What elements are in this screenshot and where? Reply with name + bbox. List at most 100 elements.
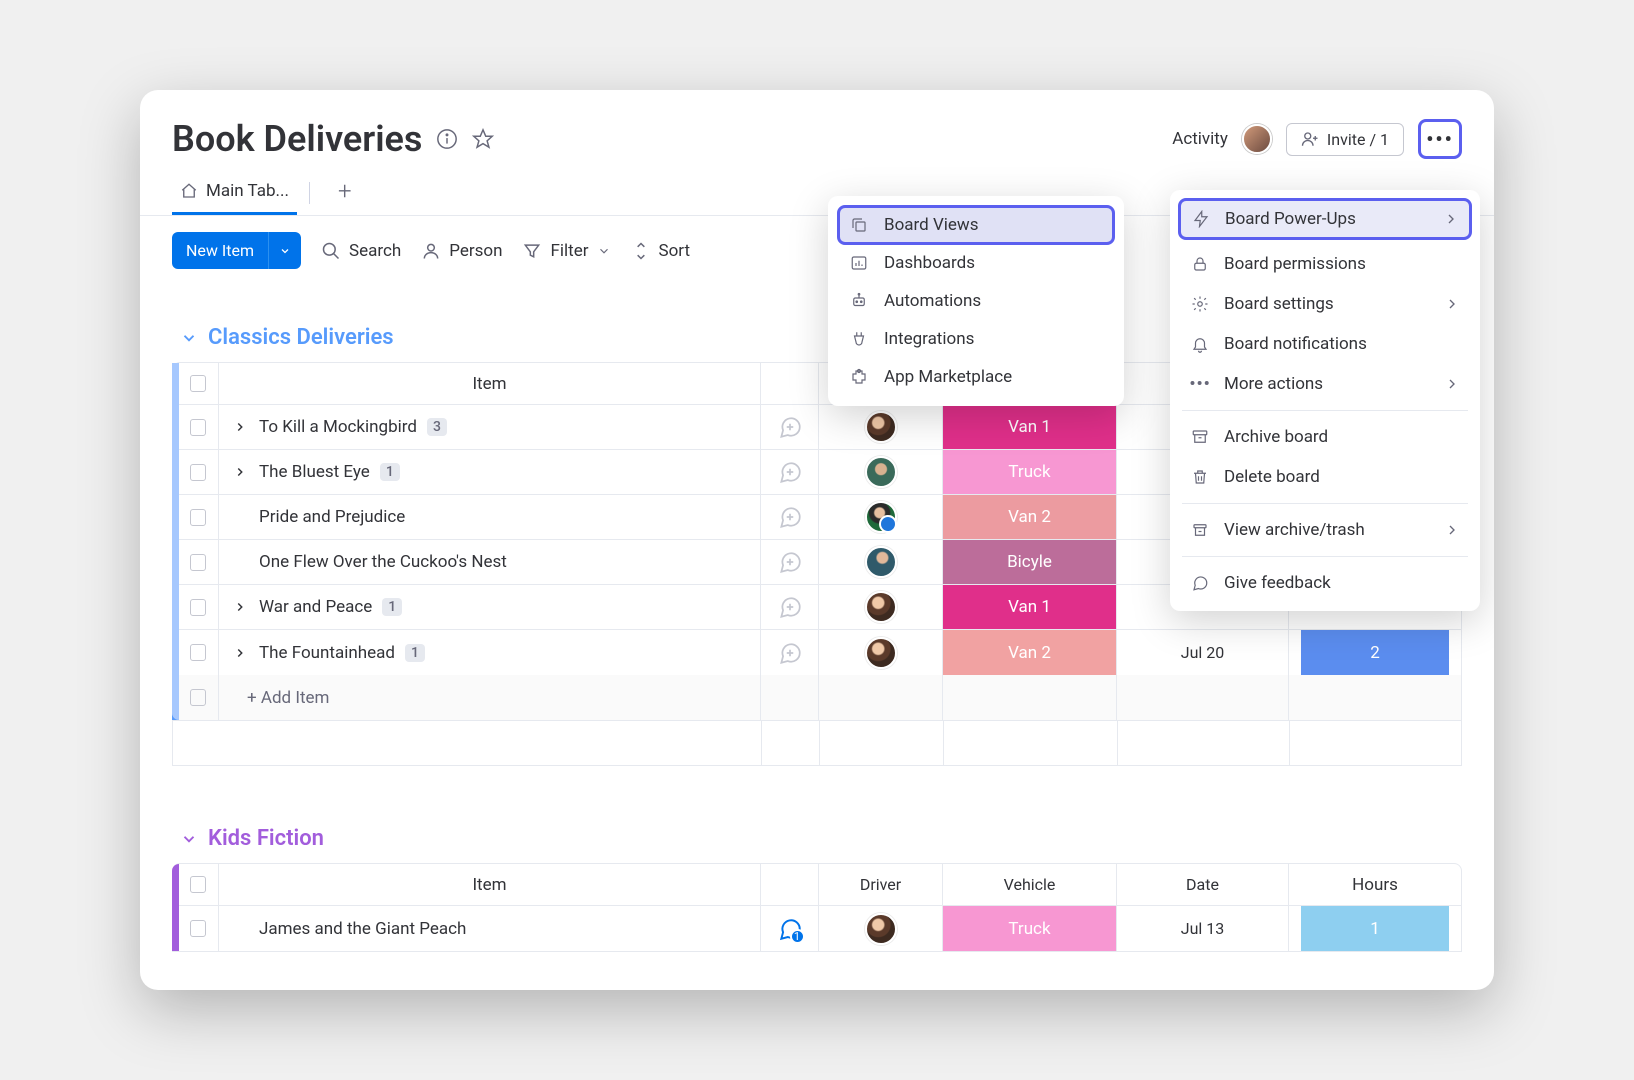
col-item: Item — [472, 374, 506, 394]
menu-divider — [1182, 556, 1468, 557]
menu-delete-board[interactable]: Delete board — [1178, 457, 1472, 497]
activity-avatar[interactable] — [1242, 124, 1272, 154]
vehicle-cell[interactable]: Truck — [943, 906, 1116, 951]
star-icon[interactable] — [472, 128, 494, 150]
row-checkbox[interactable] — [190, 464, 206, 481]
menu-settings-label: Board settings — [1224, 294, 1334, 314]
puzzle-icon — [850, 368, 870, 386]
checkbox[interactable] — [190, 689, 206, 706]
vehicle-cell[interactable]: Van 2 — [943, 495, 1116, 539]
group-kids: Kids Fiction Item Driver Vehicle Date Ho… — [172, 826, 1462, 952]
table-row[interactable]: James and the Giant Peach1TruckJul 131 — [172, 906, 1461, 951]
hours-cell[interactable]: 2 — [1301, 630, 1449, 675]
group-kids-grid: Item Driver Vehicle Date Hours James and… — [172, 863, 1462, 952]
select-all-checkbox[interactable] — [190, 375, 206, 392]
driver-avatar[interactable] — [865, 546, 897, 578]
menu-marketplace-label: App Marketplace — [884, 367, 1012, 387]
driver-avatar[interactable] — [865, 591, 897, 623]
menu-dashboards-label: Dashboards — [884, 253, 975, 273]
menu-marketplace[interactable]: App Marketplace — [838, 358, 1114, 396]
date-cell[interactable]: Jul 20 — [1117, 630, 1289, 675]
driver-avatar[interactable] — [865, 411, 897, 443]
subitem-count: 3 — [427, 418, 447, 436]
menu-view-archive-label: View archive/trash — [1224, 520, 1365, 540]
add-item-row[interactable]: + Add Item — [172, 675, 1461, 720]
add-tab-button[interactable]: + — [338, 177, 352, 209]
dots-icon: ••• — [1190, 374, 1210, 394]
new-item-button[interactable]: New Item — [172, 232, 301, 269]
add-conversation-icon[interactable] — [777, 504, 803, 530]
vehicle-cell[interactable]: Van 1 — [943, 585, 1116, 629]
driver-avatar[interactable] — [865, 637, 897, 669]
board-frame: Book Deliveries Activity Invite / 1 ••• … — [140, 90, 1494, 990]
new-item-label[interactable]: New Item — [172, 232, 269, 269]
vehicle-cell[interactable]: Bicyle — [943, 540, 1116, 584]
trash-icon — [1190, 468, 1210, 486]
expand-icon[interactable] — [231, 646, 249, 660]
driver-avatar[interactable] — [865, 501, 897, 533]
col-vehicle: Vehicle — [1004, 875, 1056, 894]
menu-automations[interactable]: Automations — [838, 282, 1114, 320]
expand-icon[interactable] — [231, 420, 249, 434]
info-icon[interactable] — [436, 128, 458, 150]
driver-avatar[interactable] — [865, 456, 897, 488]
menu-feedback[interactable]: Give feedback — [1178, 563, 1472, 603]
add-conversation-icon[interactable] — [777, 549, 803, 575]
hours-cell[interactable]: 1 — [1301, 906, 1449, 951]
conversation-icon[interactable]: 1 — [777, 916, 803, 942]
row-checkbox[interactable] — [190, 599, 206, 616]
col-hours: Hours — [1352, 875, 1398, 895]
table-row[interactable]: The Fountainhead1Van 2Jul 202 — [172, 630, 1461, 675]
row-checkbox[interactable] — [190, 554, 206, 571]
menu-notifications[interactable]: Board notifications — [1178, 324, 1472, 364]
menu-settings[interactable]: Board settings — [1178, 284, 1472, 324]
date-cell[interactable]: Jul 13 — [1117, 906, 1289, 951]
menu-integrations[interactable]: Integrations — [838, 320, 1114, 358]
search-tool[interactable]: Search — [321, 241, 401, 261]
chevron-down-icon — [597, 244, 611, 258]
activity-label[interactable]: Activity — [1172, 129, 1228, 149]
invite-label: Invite / 1 — [1327, 130, 1389, 149]
add-conversation-icon[interactable] — [777, 414, 803, 440]
board-more-button[interactable]: ••• — [1418, 119, 1462, 159]
menu-permissions[interactable]: Board permissions — [1178, 244, 1472, 284]
menu-view-archive[interactable]: View archive/trash — [1178, 510, 1472, 550]
menu-power-ups[interactable]: Board Power-Ups — [1178, 198, 1472, 240]
menu-dashboards[interactable]: Dashboards — [838, 244, 1114, 282]
item-name: Pride and Prejudice — [259, 507, 405, 527]
expand-icon[interactable] — [231, 600, 249, 614]
subitem-count: 1 — [382, 598, 402, 616]
menu-board-views[interactable]: Board Views — [837, 205, 1115, 245]
chevron-down-icon — [180, 830, 198, 848]
filter-tool[interactable]: Filter — [522, 241, 610, 261]
invite-button[interactable]: Invite / 1 — [1286, 123, 1404, 156]
tab-main-table[interactable]: Main Tab... — [172, 170, 297, 215]
gear-icon — [1190, 295, 1210, 313]
vehicle-cell[interactable]: Van 2 — [943, 630, 1116, 675]
col-driver: Driver — [860, 875, 901, 894]
row-checkbox[interactable] — [190, 644, 206, 661]
sort-tool[interactable]: Sort — [631, 241, 691, 261]
menu-more-actions-label: More actions — [1224, 374, 1323, 394]
search-icon — [321, 241, 341, 261]
add-conversation-icon[interactable] — [777, 640, 803, 666]
row-checkbox[interactable] — [190, 509, 206, 526]
bell-icon — [1190, 335, 1210, 353]
person-tool[interactable]: Person — [421, 241, 502, 261]
new-item-dropdown[interactable] — [269, 232, 301, 269]
row-checkbox[interactable] — [190, 920, 206, 937]
select-all-checkbox[interactable] — [190, 876, 206, 893]
vehicle-cell[interactable]: Van 1 — [943, 405, 1116, 449]
menu-archive-board[interactable]: Archive board — [1178, 417, 1472, 457]
plug-icon — [850, 330, 870, 348]
add-conversation-icon[interactable] — [777, 594, 803, 620]
row-checkbox[interactable] — [190, 419, 206, 436]
expand-icon[interactable] — [231, 465, 249, 479]
menu-automations-label: Automations — [884, 291, 981, 311]
subitem-count: 1 — [380, 463, 400, 481]
add-conversation-icon[interactable] — [777, 459, 803, 485]
menu-more-actions[interactable]: ••• More actions — [1178, 364, 1472, 404]
vehicle-cell[interactable]: Truck — [943, 450, 1116, 494]
driver-avatar[interactable] — [865, 913, 897, 945]
group-kids-header[interactable]: Kids Fiction — [180, 826, 1462, 851]
